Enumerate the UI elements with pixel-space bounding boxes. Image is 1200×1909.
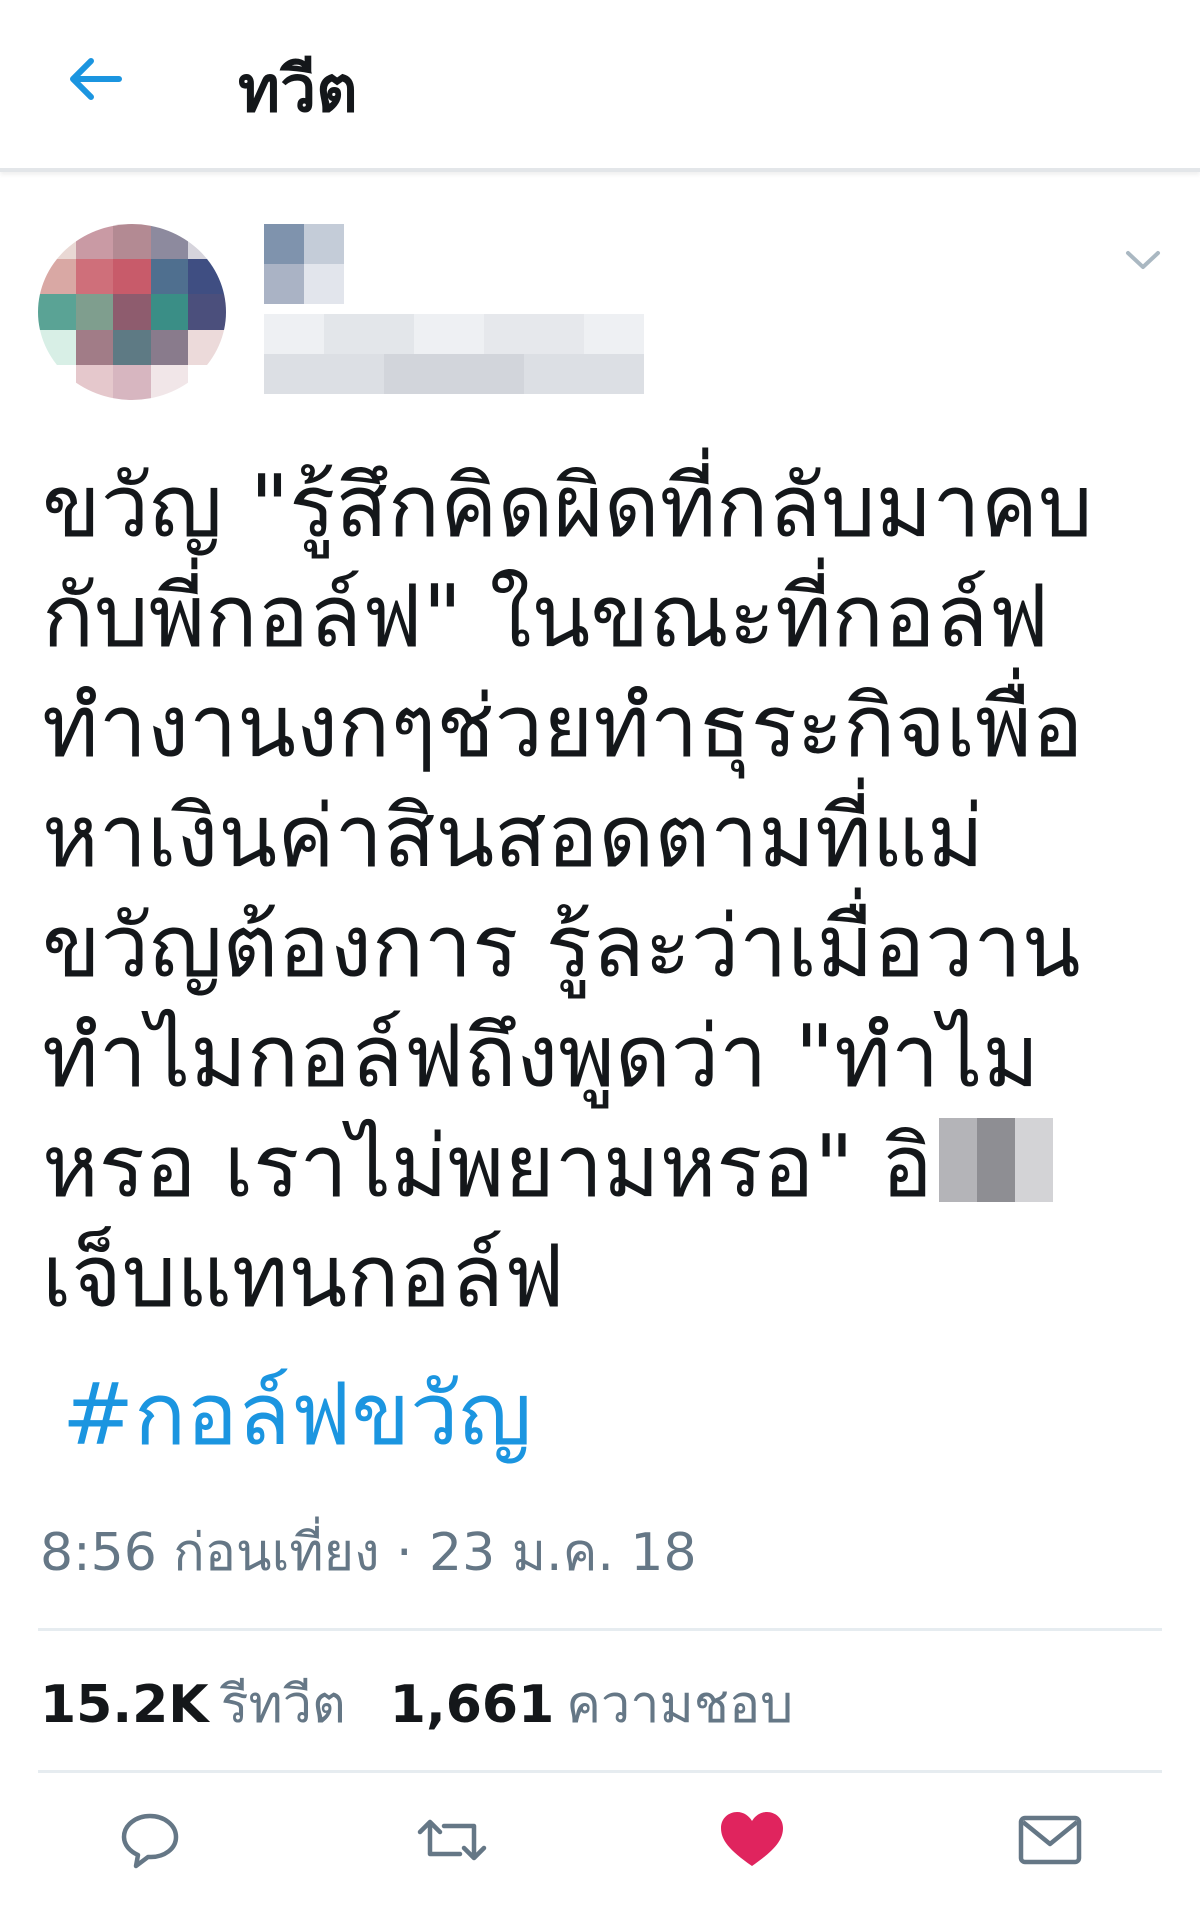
- tweet-stats: 15.2K รีทวีต 1,661 ความชอบ: [40, 1662, 793, 1745]
- tweet-line: หาเงินค่าสินสอดตามที่แม่: [42, 787, 984, 887]
- user-name-redacted[interactable]: [264, 224, 644, 394]
- like-count[interactable]: 1,661: [390, 1675, 554, 1735]
- tweet-line: ขวัญต้องการ รู้ละว่าเมื่อวาน: [42, 897, 1081, 997]
- retweet-button[interactable]: [412, 1800, 492, 1880]
- tweet-line-with-redaction: หรอ เราไม่พยามหรอ" อิ: [42, 1112, 1172, 1222]
- envelope-icon: [1018, 1815, 1082, 1865]
- heart-icon: [721, 1812, 783, 1866]
- avatar[interactable]: [38, 224, 226, 400]
- reply-icon: [121, 1813, 179, 1869]
- tweet-line: เจ็บแทนกอล์ฟ: [42, 1227, 565, 1327]
- tweet-line: กับพี่กอล์ฟ" ในขณะที่กอล์ฟ: [42, 567, 1050, 667]
- chevron-down-icon: [1126, 251, 1160, 269]
- like-button[interactable]: [712, 1800, 792, 1880]
- tweet-line: ทำไมกอล์ฟถึงพูดว่า "ทำไม: [42, 1007, 1040, 1107]
- top-bar: ทวีต: [0, 0, 1200, 172]
- retweet-count[interactable]: 15.2K: [40, 1675, 209, 1735]
- direct-message-button[interactable]: [1010, 1800, 1090, 1880]
- arrow-left-icon: [70, 58, 122, 100]
- tweet-timestamp[interactable]: 8:56 ก่อนเที่ยง · 23 ม.ค. 18: [40, 1510, 697, 1593]
- retweet-icon: [417, 1819, 487, 1861]
- tweet-line: ทำงานงกๆช่วยทำธุระกิจเพื่อ: [42, 677, 1084, 777]
- redacted-word: [938, 1118, 1053, 1202]
- tweet-line: หรอ เราไม่พยามหรอ" อิ: [42, 1117, 933, 1217]
- tweet-text: ขวัญ "รู้สึกคิดผิดที่กลับมาคบ กับพี่กอล์…: [42, 452, 1172, 1332]
- divider: [38, 1770, 1162, 1773]
- retweet-label[interactable]: รีทวีต: [221, 1662, 346, 1745]
- more-options-button[interactable]: [1118, 240, 1168, 280]
- back-button[interactable]: [55, 44, 135, 114]
- hashtag-link[interactable]: #กอล์ฟขวัญ: [62, 1360, 532, 1470]
- page-title: ทวีต: [238, 53, 358, 127]
- tweet-line: ขวัญ "รู้สึกคิดผิดที่กลับมาคบ: [42, 457, 1093, 557]
- like-label[interactable]: ความชอบ: [566, 1662, 793, 1745]
- divider: [38, 1628, 1162, 1631]
- reply-button[interactable]: [110, 1800, 190, 1880]
- tweet-actions: [0, 1800, 1200, 1900]
